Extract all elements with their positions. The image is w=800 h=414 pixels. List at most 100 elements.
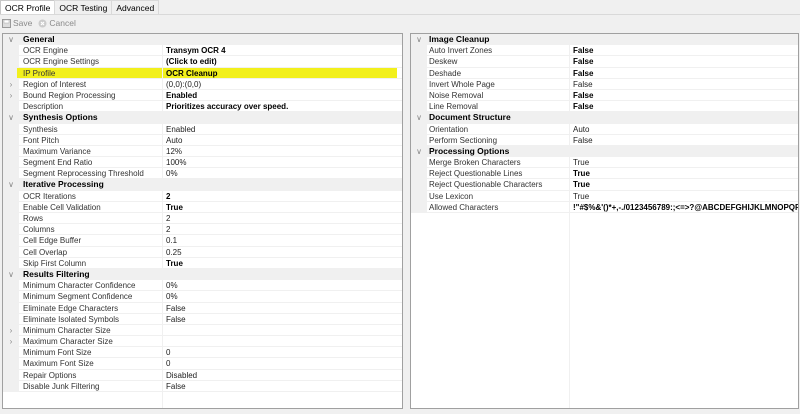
property-value[interactable]: False <box>166 314 186 325</box>
property-value[interactable]: False <box>573 90 593 101</box>
property-row[interactable]: Use Lexicon True <box>411 190 798 202</box>
property-value[interactable]: False <box>166 303 186 314</box>
expand-chevron-icon[interactable]: › <box>3 324 19 336</box>
property-row[interactable]: Minimum Font Size 0 <box>3 347 402 359</box>
property-row[interactable]: Segment End Ratio 100% <box>3 157 402 169</box>
property-row[interactable]: Orientation Auto <box>411 123 798 135</box>
collapse-chevron-icon[interactable]: ∨ <box>3 179 19 190</box>
property-row[interactable]: IP Profile OCR Cleanup <box>3 67 402 79</box>
property-row[interactable]: Noise Removal False <box>411 89 798 102</box>
property-value[interactable]: False <box>573 79 593 90</box>
property-value[interactable]: True <box>573 179 590 190</box>
category-row[interactable]: ∨ General <box>3 34 402 46</box>
property-row[interactable]: Columns 2 <box>3 224 402 236</box>
property-value[interactable]: False <box>166 381 186 392</box>
category-row[interactable]: ∨ Results Filtering <box>3 268 402 281</box>
property-row[interactable]: Line Removal False <box>411 101 798 113</box>
property-row[interactable]: Minimum Segment Confidence 0% <box>3 291 402 303</box>
property-value[interactable]: 0 <box>166 358 170 369</box>
property-value[interactable]: Enabled <box>166 124 195 135</box>
property-value[interactable]: 0% <box>166 168 178 179</box>
property-value[interactable]: 0% <box>166 291 178 302</box>
category-row[interactable]: ∨ Iterative Processing <box>3 179 402 191</box>
expand-chevron-icon[interactable]: › <box>3 89 19 101</box>
property-value[interactable]: 0.25 <box>166 247 182 258</box>
property-value[interactable]: False <box>573 68 593 79</box>
property-value[interactable]: True <box>166 202 183 213</box>
property-row[interactable]: Reject Questionable Lines True <box>411 168 798 180</box>
property-value[interactable]: (0,0):(0,0) <box>166 79 201 90</box>
property-value[interactable]: True <box>573 168 590 179</box>
collapse-chevron-icon[interactable]: ∨ <box>411 145 427 157</box>
tab-ocr-profile[interactable]: OCR Profile <box>0 0 56 15</box>
property-row[interactable]: › Minimum Character Size <box>3 324 402 337</box>
property-value[interactable]: 0 <box>166 347 170 358</box>
property-value[interactable]: 0.1 <box>166 235 177 246</box>
property-row[interactable]: Minimum Character Confidence 0% <box>3 280 402 292</box>
property-value[interactable]: Auto <box>573 124 589 135</box>
collapse-chevron-icon[interactable]: ∨ <box>3 268 19 280</box>
property-value[interactable]: 0% <box>166 280 178 291</box>
property-row[interactable]: Enable Cell Validation True <box>3 201 402 213</box>
cancel-button[interactable]: Cancel <box>38 18 76 28</box>
property-row[interactable]: Merge Broken Characters True <box>411 157 798 169</box>
property-row[interactable]: Allowed Characters !"#$%&'()*+,-./012345… <box>411 201 798 213</box>
property-row[interactable]: Cell Overlap 0.25 <box>3 246 402 258</box>
property-row[interactable]: Invert Whole Page False <box>411 78 798 90</box>
category-row[interactable]: ∨ Synthesis Options <box>3 112 402 124</box>
property-value[interactable]: !"#$%&'()*+,-./0123456789:;<=>?@ABCDEFGH… <box>573 202 798 213</box>
collapse-chevron-icon[interactable]: ∨ <box>3 112 19 123</box>
property-value[interactable]: 12% <box>166 146 182 157</box>
property-row[interactable]: Description Prioritizes accuracy over spe… <box>3 101 402 113</box>
property-row[interactable]: Maximum Font Size 0 <box>3 358 402 370</box>
property-value[interactable]: Enabled <box>166 90 197 101</box>
collapse-chevron-icon[interactable]: ∨ <box>411 34 427 45</box>
property-row[interactable]: › Maximum Character Size <box>3 336 402 348</box>
property-row[interactable]: › Bound Region Processing Enabled <box>3 89 402 102</box>
property-row[interactable]: Repair Options Disabled <box>3 369 402 381</box>
property-row[interactable]: OCR Engine Settings (Click to edit) <box>3 56 402 68</box>
property-row[interactable]: Reject Questionable Characters True <box>411 179 798 191</box>
property-row[interactable]: Perform Sectioning False <box>411 134 798 146</box>
property-row[interactable]: Font Pitch Auto <box>3 134 402 146</box>
property-value[interactable]: True <box>573 191 589 202</box>
right-property-grid[interactable]: ∨ Image Cleanup Auto Invert Zones False Desk… <box>410 33 799 409</box>
property-value[interactable]: Auto <box>166 135 182 146</box>
property-row[interactable]: Deshade False <box>411 67 798 79</box>
property-row[interactable]: OCR Engine Transym OCR 4 <box>3 45 402 57</box>
property-value[interactable]: (Click to edit) <box>166 56 217 67</box>
category-row[interactable]: ∨ Document Structure <box>411 112 798 124</box>
category-row[interactable]: ∨ Image Cleanup <box>411 34 798 46</box>
column-separator[interactable] <box>569 34 570 408</box>
tab-ocr-testing[interactable]: OCR Testing <box>54 0 113 14</box>
property-value[interactable]: OCR Cleanup <box>166 68 218 79</box>
property-value[interactable]: 2 <box>166 191 170 202</box>
tab-advanced[interactable]: Advanced <box>111 0 160 14</box>
category-row[interactable]: ∨ Processing Options <box>411 145 798 158</box>
left-property-grid[interactable]: ∨ General OCR Engine Transym OCR 4 OCR Engin… <box>2 33 403 409</box>
property-value[interactable]: True <box>573 157 589 168</box>
property-row[interactable]: › Region of Interest (0,0):(0,0) <box>3 78 402 90</box>
property-value[interactable]: False <box>573 101 593 112</box>
property-value[interactable]: Disabled <box>166 370 197 381</box>
property-value[interactable]: 2 <box>166 224 170 235</box>
property-row[interactable]: Disable Junk Filtering False <box>3 380 402 392</box>
property-row[interactable]: OCR Iterations 2 <box>3 190 402 202</box>
property-row[interactable]: Synthesis Enabled <box>3 123 402 135</box>
collapse-chevron-icon[interactable]: ∨ <box>411 112 427 123</box>
property-row[interactable]: Eliminate Isolated Symbols False <box>3 313 402 325</box>
property-row[interactable]: Deskew False <box>411 56 798 68</box>
property-value[interactable]: False <box>573 56 593 67</box>
save-button[interactable]: Save <box>2 18 32 28</box>
property-row[interactable]: Skip First Column True <box>3 257 402 269</box>
property-value[interactable]: 100% <box>166 157 186 168</box>
property-row[interactable]: Cell Edge Buffer 0.1 <box>3 235 402 247</box>
property-row[interactable]: Rows 2 <box>3 213 402 225</box>
property-value[interactable]: True <box>166 258 183 269</box>
collapse-chevron-icon[interactable]: ∨ <box>3 34 19 45</box>
property-row[interactable]: Maximum Variance 12% <box>3 145 402 158</box>
property-value[interactable]: Transym OCR 4 <box>166 45 226 56</box>
property-value[interactable]: Prioritizes accuracy over speed. <box>166 101 288 112</box>
property-row[interactable]: Eliminate Edge Characters False <box>3 302 402 314</box>
expand-chevron-icon[interactable]: › <box>3 336 19 347</box>
